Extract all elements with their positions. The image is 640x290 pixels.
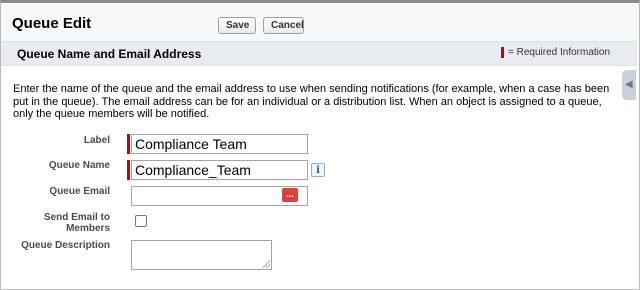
side-panel-toggle[interactable]: ◀ <box>622 70 636 100</box>
section-title: Queue Name and Email Address <box>17 47 202 61</box>
queue-name-input[interactable] <box>131 160 308 180</box>
page-title: Queue Edit <box>12 15 92 32</box>
required-indicator <box>127 160 130 180</box>
chevron-left-icon: ◀ <box>625 79 633 90</box>
intro-text: Enter the name of the queue and the emai… <box>13 83 610 120</box>
queue-description-textarea[interactable] <box>131 240 272 270</box>
queue-description-field-label: Queue Description <box>21 240 110 251</box>
queue-email-field-label: Queue Email <box>49 186 110 197</box>
send-email-checkbox[interactable] <box>135 215 147 227</box>
save-button[interactable]: Save <box>218 17 256 34</box>
label-field-label: Label <box>83 135 110 146</box>
info-icon[interactable]: i <box>311 163 325 177</box>
label-input[interactable] <box>131 134 308 154</box>
cancel-button[interactable]: Cancel <box>263 17 304 34</box>
required-marker-icon <box>501 47 504 58</box>
queue-name-field-label: Queue Name <box>48 160 110 171</box>
required-indicator <box>127 134 130 154</box>
send-email-field-label: Send Email to Members <box>43 212 110 234</box>
required-information-legend: = Required Information <box>508 47 611 58</box>
page-header: Queue Edit Save Cancel <box>1 3 637 42</box>
more-options-icon[interactable]: ... <box>282 188 298 202</box>
resize-handle-icon[interactable] <box>263 261 270 268</box>
section-header: Queue Name and Email Address = Required … <box>1 42 637 66</box>
